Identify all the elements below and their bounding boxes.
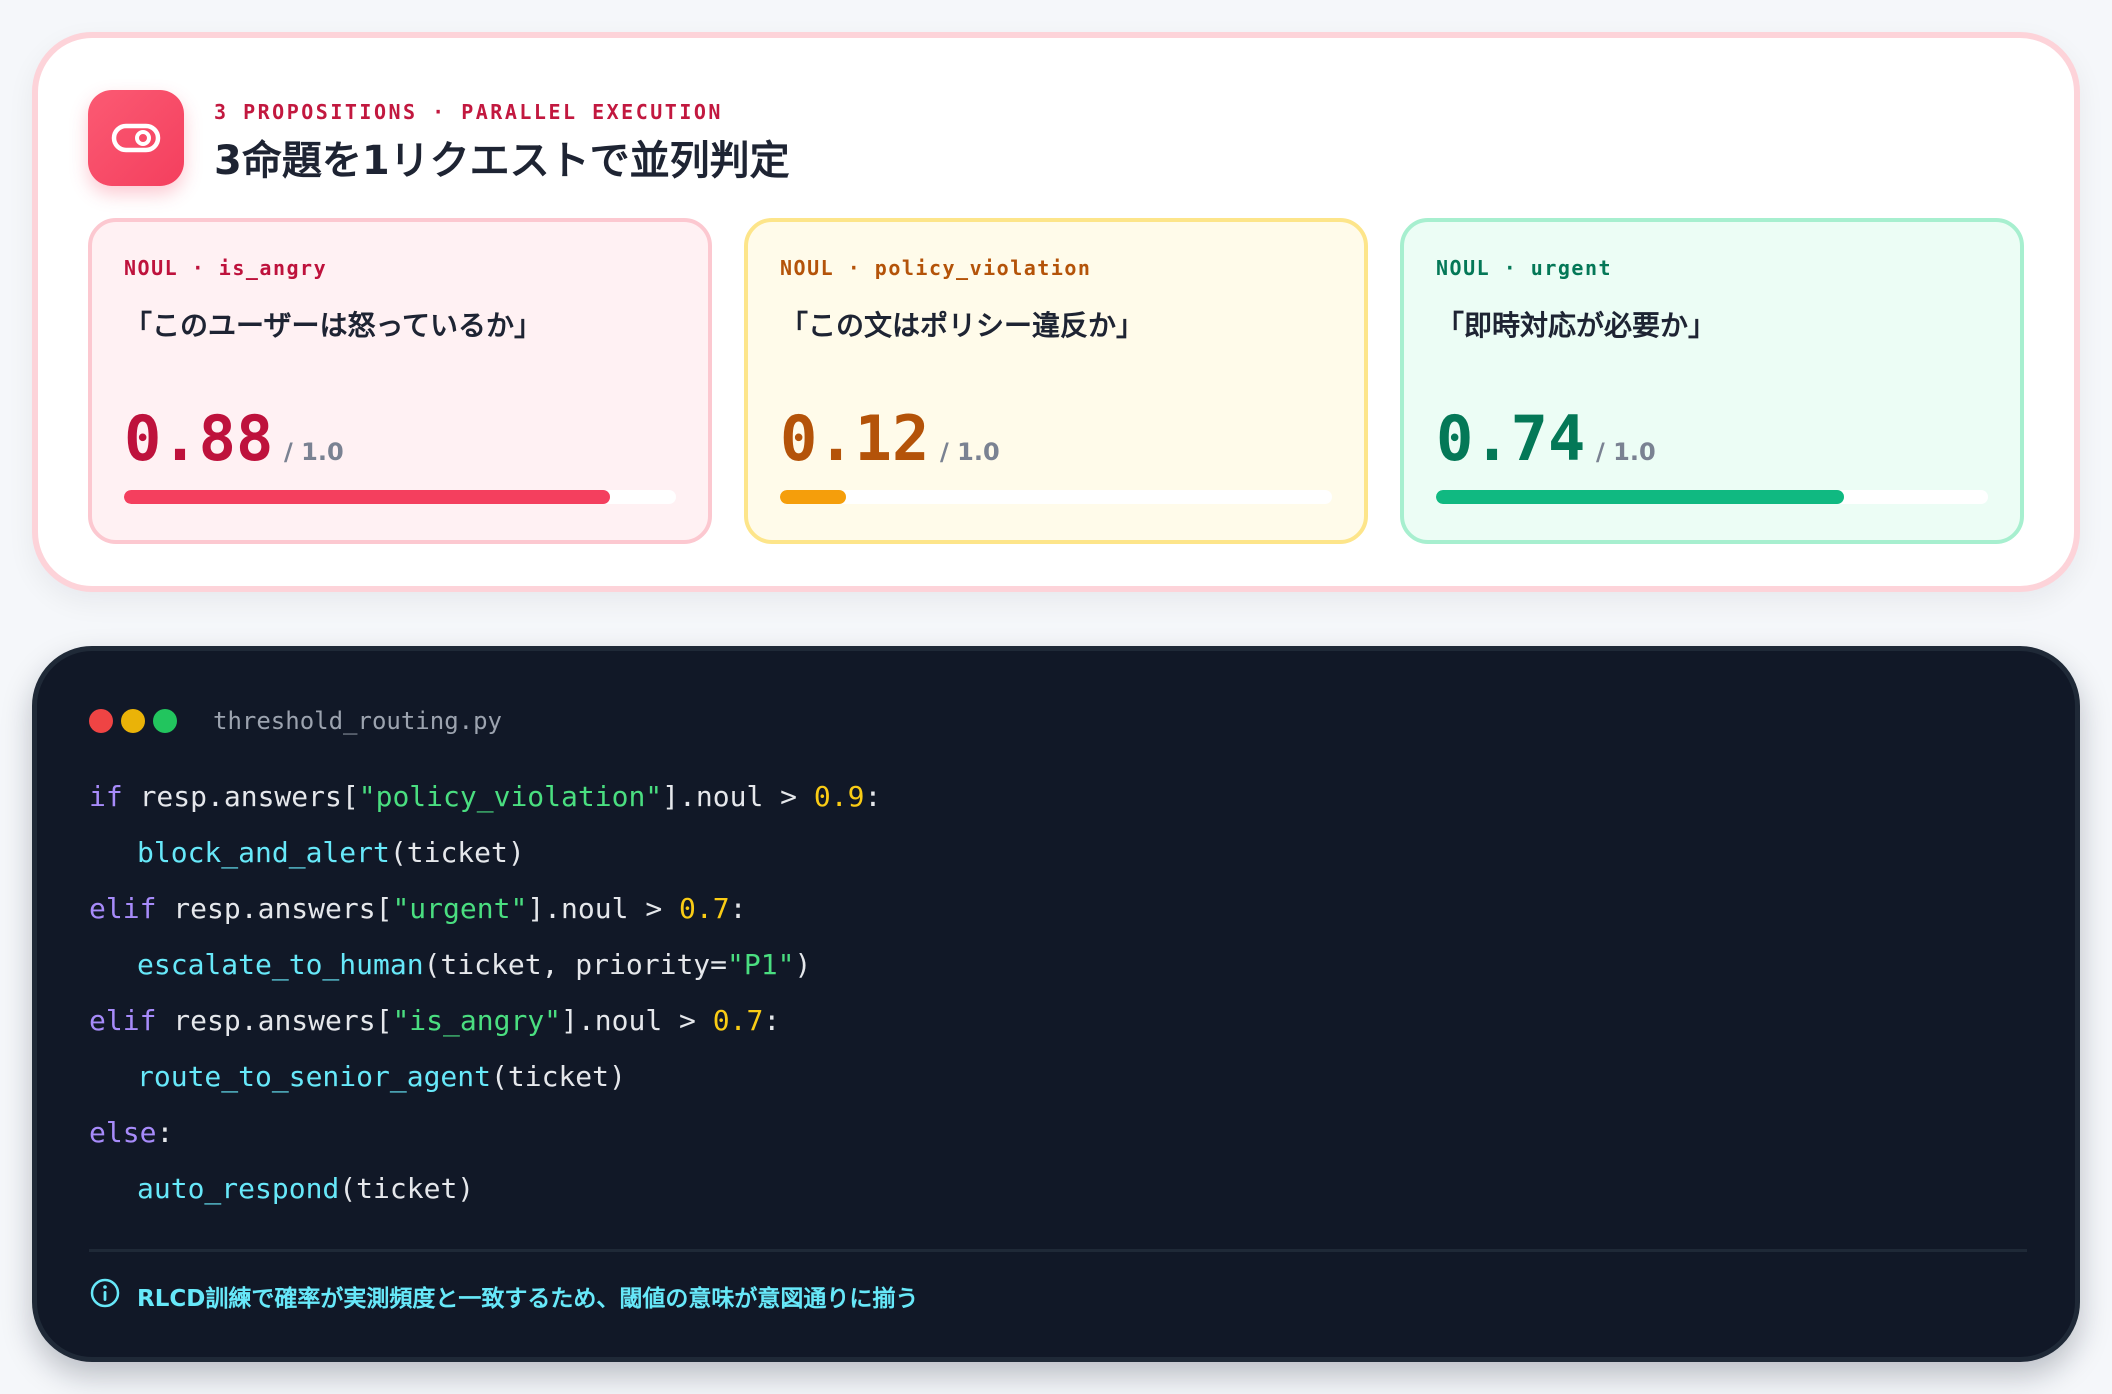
code-line: block_and_alert(ticket) [89, 825, 881, 881]
code-string: "is_angry" [392, 1004, 562, 1037]
code-text: ) [794, 948, 812, 981]
proposition-card-urgent: NOUL · urgent 「即時対応が必要か」 0.74 / 1.0 [1400, 218, 2024, 544]
code-string: "policy_violation" [358, 780, 663, 813]
code-line: auto_respond(ticket) [89, 1161, 881, 1217]
code-function: block_and_alert [137, 836, 390, 869]
proposition-score: 0.88 [124, 402, 274, 475]
divider [89, 1249, 2027, 1252]
window-minimize-dot[interactable] [121, 709, 145, 733]
proposition-card-policy-violation: NOUL · policy_violation 「この文はポリシー違反か」 0.… [744, 218, 1368, 544]
proposition-max: / 1.0 [284, 438, 344, 466]
code-window: threshold_routing.py if resp.answers["po… [32, 646, 2080, 1362]
proposition-card-is-angry: NOUL · is_angry 「このユーザーは怒っているか」 0.88 / 1… [88, 218, 712, 544]
code-function: escalate_to_human [137, 948, 424, 981]
proposition-question: 「即時対応が必要か」 [1436, 309, 1717, 342]
footer-note: RLCD訓練で確率が実測頻度と一致するため、閾値の意味が意図通りに揃う [137, 1286, 919, 1312]
propositions-panel: 3 PROPOSITIONS · PARALLEL EXECUTION 3命題を… [32, 32, 2080, 592]
proposition-label: NOUL · urgent [1436, 256, 1613, 280]
code-line: elif resp.answers["is_angry"].noul > 0.7… [89, 993, 881, 1049]
score-bar [124, 490, 676, 504]
proposition-label: NOUL · policy_violation [780, 256, 1092, 280]
code-text: ].noul > [662, 780, 814, 813]
code-number: 0.7 [679, 892, 730, 925]
proposition-question: 「このユーザーは怒っているか」 [124, 309, 543, 342]
score-bar-fill [1436, 490, 1845, 504]
code-line: escalate_to_human(ticket, priority="P1") [89, 937, 881, 993]
score-bar [1436, 490, 1988, 504]
score-bar-fill [780, 490, 847, 504]
code-line: route_to_senior_agent(ticket) [89, 1049, 881, 1105]
window-close-dot[interactable] [89, 709, 113, 733]
window-maximize-dot[interactable] [153, 709, 177, 733]
code-line: else: [89, 1105, 881, 1161]
info-circle-icon [89, 1277, 121, 1313]
proposition-score: 0.74 [1436, 402, 1586, 475]
code-number: 0.7 [712, 1004, 764, 1037]
code-text: resp.answers[ [156, 1004, 393, 1037]
code-function: auto_respond [137, 1172, 340, 1205]
code-block: if resp.answers["policy_violation"].noul… [89, 769, 881, 1217]
code-text: : [729, 892, 747, 925]
panel-eyebrow: 3 PROPOSITIONS · PARALLEL EXECUTION [214, 100, 723, 124]
proposition-max: / 1.0 [1596, 438, 1656, 466]
code-text: : [864, 780, 882, 813]
panel-title: 3命題を1リクエストで並列判定 [214, 138, 790, 184]
code-text: resp.answers[ [156, 892, 393, 925]
proposition-max: / 1.0 [940, 438, 1000, 466]
eye-toggle-icon [88, 90, 184, 186]
code-filename: threshold_routing.py [213, 707, 502, 735]
code-keyword: elif [89, 1004, 157, 1037]
score-bar-fill [124, 490, 610, 504]
code-function: route_to_senior_agent [137, 1060, 492, 1093]
code-text: ].noul > [561, 1004, 713, 1037]
code-text: (ticket) [491, 1060, 626, 1093]
code-line: elif resp.answers["urgent"].noul > 0.7: [89, 881, 881, 937]
code-line: if resp.answers["policy_violation"].noul… [89, 769, 881, 825]
code-text: (ticket) [389, 836, 525, 869]
proposition-question: 「この文はポリシー違反か」 [780, 309, 1145, 342]
code-keyword: elif [89, 892, 157, 925]
code-string: "P1" [727, 948, 795, 981]
code-number: 0.9 [813, 780, 865, 813]
proposition-label: NOUL · is_angry [124, 256, 328, 280]
code-string: "urgent" [392, 892, 528, 925]
code-text: : [156, 1116, 174, 1149]
code-text: resp.answers[ [122, 780, 359, 813]
code-text: (ticket) [339, 1172, 475, 1205]
code-keyword: if [89, 780, 123, 813]
proposition-score: 0.12 [780, 402, 930, 475]
score-bar [780, 490, 1332, 504]
code-text: (ticket, priority= [423, 948, 728, 981]
code-keyword: else [89, 1116, 157, 1149]
code-text: : [763, 1004, 781, 1037]
code-text: ].noul > [527, 892, 680, 925]
